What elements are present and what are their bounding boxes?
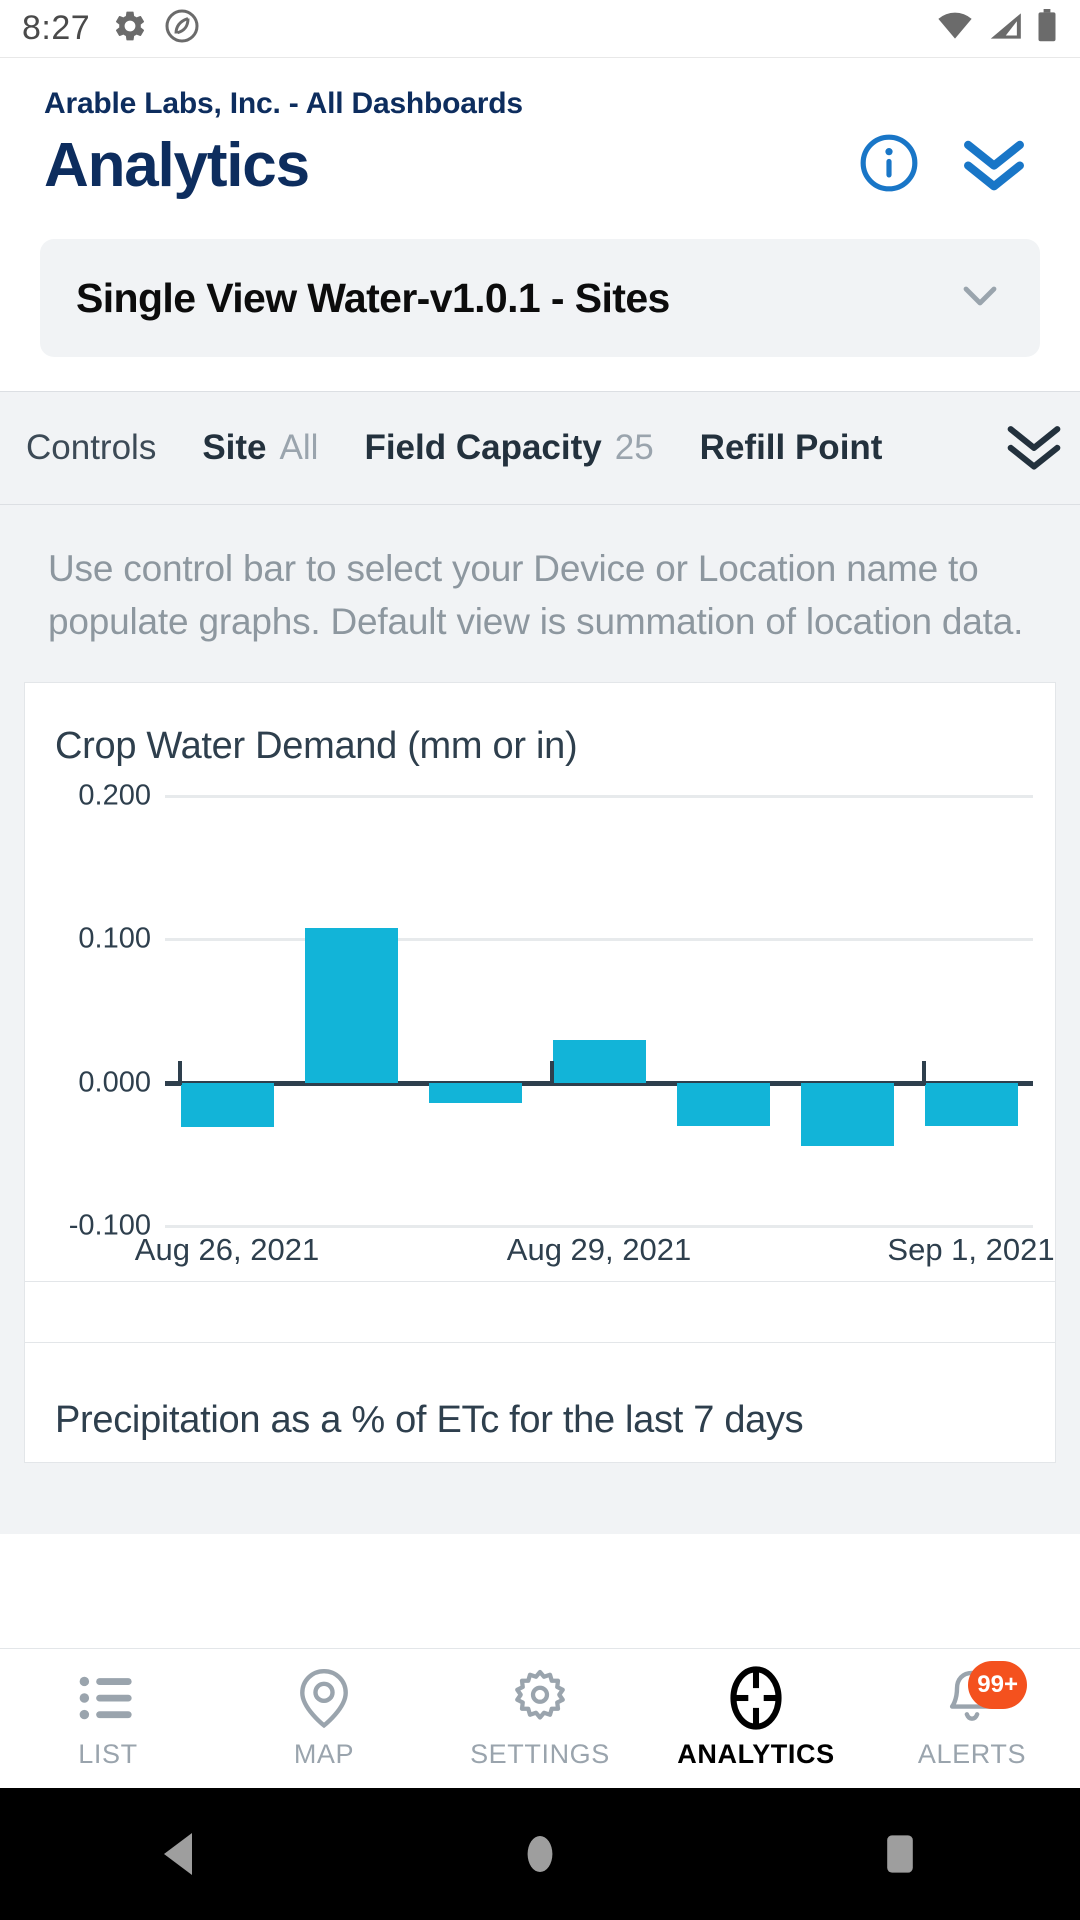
- nav-label-list: LIST: [78, 1739, 138, 1769]
- card-divider: [25, 1281, 1055, 1283]
- help-text: Use control bar to select your Device or…: [48, 548, 1024, 642]
- chart-title-precipitation: Precipitation as a % of ETc for the last…: [55, 1399, 804, 1442]
- dashboard-select-wrapper: Single View Water-v1.0.1 - Sites: [0, 199, 1080, 391]
- breadcrumb[interactable]: Arable Labs, Inc. - All Dashboards: [44, 86, 1036, 122]
- android-navigation-bar: [0, 1788, 1080, 1920]
- android-recents-button[interactable]: [840, 1804, 960, 1904]
- chart-x-tick-mark: [177, 1060, 182, 1085]
- chart-y-tick-label: 0.000: [78, 1066, 151, 1099]
- chart-title: Crop Water Demand (mm or in): [55, 725, 578, 768]
- chart-card-crop-water-demand: Crop Water Demand (mm or in) 0.200 0.100 0…: [24, 682, 1056, 1344]
- bottom-navigation: LIST MAP SETTINGS ANALYTICS 99+ ALERTS: [0, 1648, 1080, 1788]
- control-site-value: All: [279, 428, 319, 467]
- control-site[interactable]: Site All: [202, 428, 318, 468]
- chart-x-tick-label: Aug 26, 2021: [134, 1232, 320, 1268]
- chart-y-tick-label: 0.200: [78, 779, 151, 812]
- chart-y-tick-label: 0.100: [78, 922, 151, 955]
- nav-label-settings: SETTINGS: [470, 1739, 610, 1769]
- alerts-badge: 99+: [968, 1661, 1027, 1709]
- wifi-icon: [936, 11, 974, 46]
- chart-x-tick-label: Aug 29, 2021: [506, 1232, 692, 1268]
- control-site-label: Site: [202, 428, 267, 467]
- nav-item-settings[interactable]: SETTINGS: [432, 1667, 648, 1770]
- status-bar-notification-icons: [112, 8, 200, 49]
- chart-card-precipitation[interactable]: Precipitation as a % of ETc for the last…: [24, 1343, 1056, 1464]
- header-actions: [858, 132, 1036, 199]
- bell-icon: 99+: [943, 1661, 1027, 1729]
- chart-x-tick-label: Sep 1, 2021: [887, 1232, 1055, 1268]
- chart-gridline: [165, 795, 1033, 799]
- nav-item-analytics[interactable]: ANALYTICS: [648, 1666, 864, 1770]
- dashboard-select[interactable]: Single View Water-v1.0.1 - Sites: [40, 239, 1040, 357]
- title-row: Analytics: [44, 132, 1036, 199]
- controls-label: Controls: [26, 428, 157, 467]
- control-field-capacity-label: Field Capacity: [364, 428, 602, 467]
- control-field-capacity-value: 25: [614, 428, 654, 467]
- control-refill-point[interactable]: Refill Point: [700, 428, 896, 468]
- target-icon: [725, 1666, 787, 1730]
- controls-expand-double-chevron-down-icon[interactable]: [998, 417, 1066, 479]
- gear-icon: [112, 8, 148, 49]
- chart-bar[interactable]: [676, 1082, 770, 1126]
- info-icon[interactable]: [858, 132, 920, 199]
- signal-icon: [986, 11, 1024, 46]
- chart-bar[interactable]: [304, 927, 398, 1083]
- chart-bar[interactable]: [924, 1082, 1018, 1126]
- status-bar: 8:27: [0, 0, 1080, 58]
- app-header: Arable Labs, Inc. - All Dashboards Analy…: [0, 58, 1080, 199]
- chart-x-tick-mark: [921, 1060, 926, 1085]
- chart-bar[interactable]: [800, 1082, 894, 1146]
- dashboard-select-value: Single View Water-v1.0.1 - Sites: [76, 274, 670, 321]
- double-chevron-down-icon[interactable]: [958, 132, 1030, 199]
- battery-icon: [1036, 9, 1058, 48]
- dashboard-content[interactable]: Use control bar to select your Device or…: [0, 505, 1080, 1534]
- chart-bar[interactable]: [180, 1082, 274, 1128]
- status-bar-clock: 8:27: [22, 9, 91, 47]
- chart-gridline: [165, 1225, 1033, 1229]
- chart-gridline: [165, 938, 1033, 942]
- gear-icon: [510, 1667, 570, 1729]
- nav-item-list[interactable]: LIST: [0, 1667, 216, 1770]
- nav-item-alerts[interactable]: 99+ ALERTS: [864, 1661, 1080, 1770]
- control-field-capacity[interactable]: Field Capacity 25: [364, 428, 653, 468]
- android-home-button[interactable]: [480, 1804, 600, 1904]
- chart-x-axis-labels: Aug 26, 2021 Aug 29, 2021 Sep 1, 2021: [25, 1232, 1055, 1292]
- page-title: Analytics: [44, 130, 310, 200]
- map-pin-icon: [295, 1667, 353, 1729]
- nav-label-map: MAP: [293, 1739, 355, 1769]
- control-refill-point-label: Refill Point: [699, 428, 883, 467]
- chevron-down-icon: [938, 272, 1004, 325]
- chart-bar[interactable]: [428, 1082, 522, 1103]
- chart-bar[interactable]: [552, 1039, 646, 1083]
- status-bar-system-icons: [936, 9, 1058, 48]
- controls-bar[interactable]: Controls Site All Field Capacity 25 Refi…: [0, 391, 1080, 505]
- nav-label-analytics: ANALYTICS: [677, 1739, 835, 1769]
- android-back-button[interactable]: [120, 1804, 240, 1904]
- chart-plot-area[interactable]: 0.200 0.100 0.000 -0.100: [25, 780, 1055, 1242]
- list-icon: [77, 1667, 139, 1729]
- arable-logo-icon: [164, 8, 200, 49]
- chart-x-tick-mark: [549, 1060, 554, 1085]
- nav-label-alerts: ALERTS: [917, 1739, 1027, 1769]
- nav-item-map[interactable]: MAP: [216, 1667, 432, 1770]
